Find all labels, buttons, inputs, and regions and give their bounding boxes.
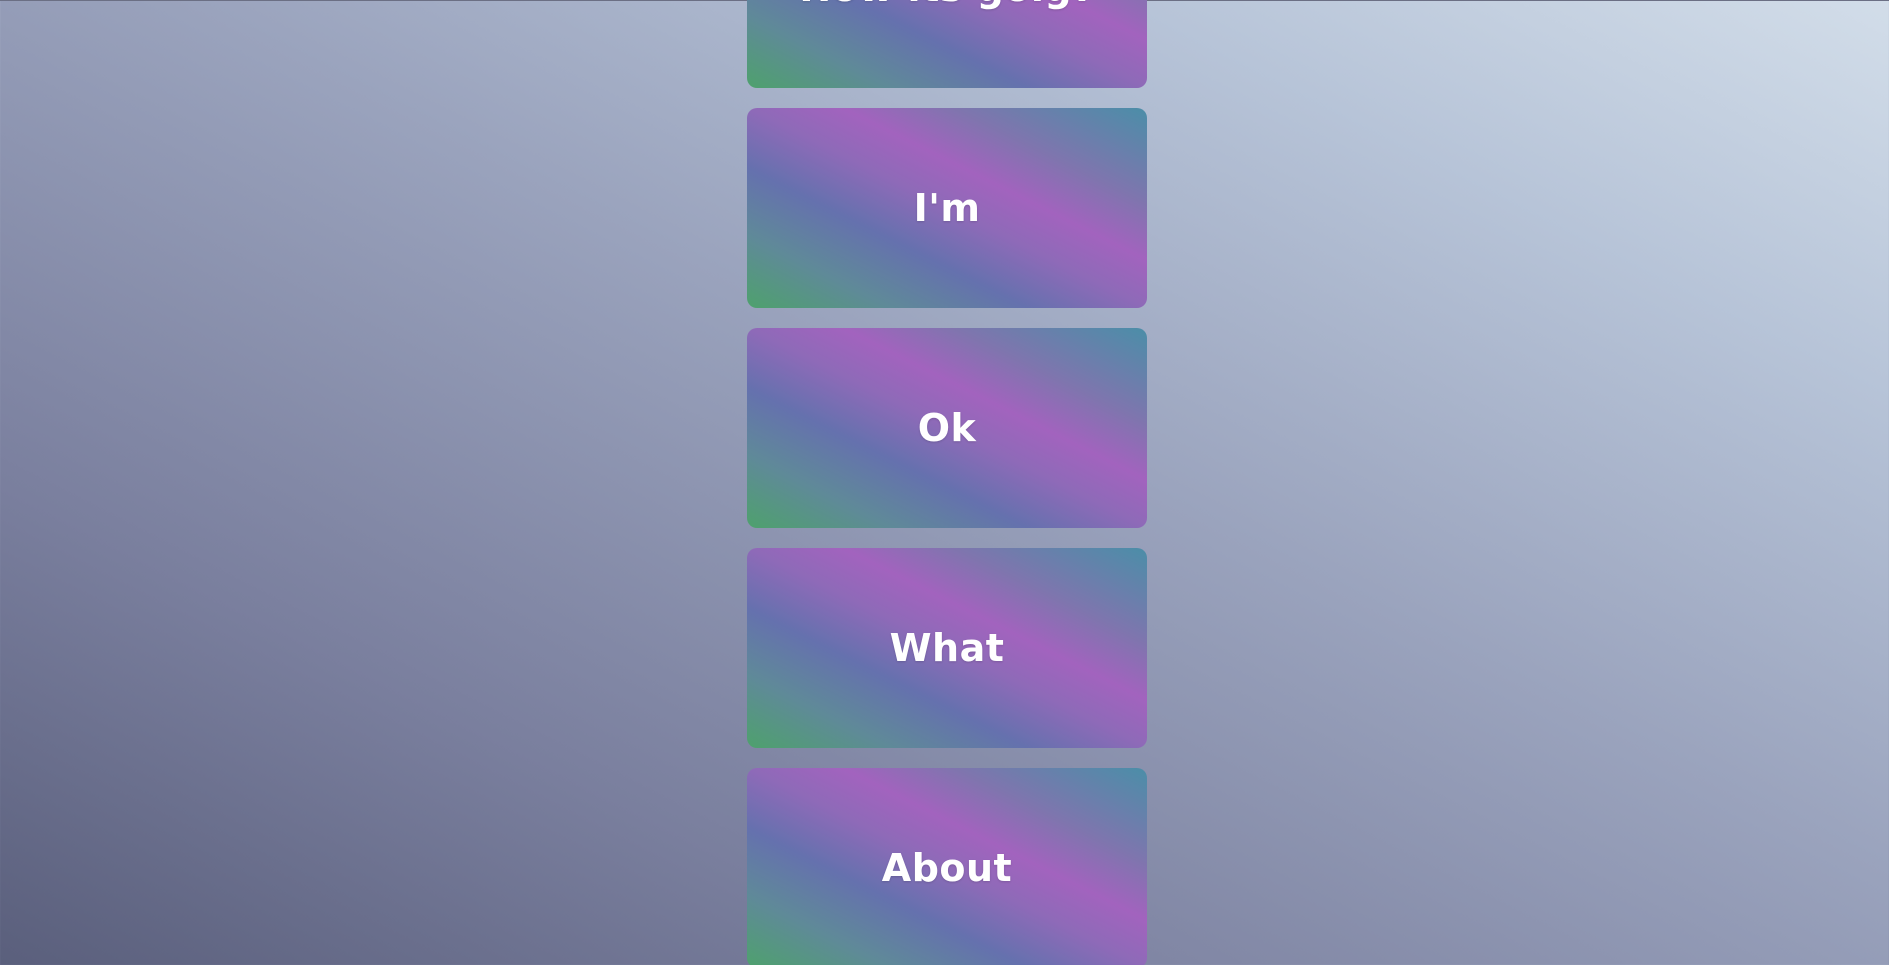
card-label: I'm (913, 186, 981, 230)
card-im[interactable]: I'm (747, 108, 1147, 308)
card-how-its-going[interactable]: How its goig? (747, 0, 1147, 88)
card-what[interactable]: What (747, 548, 1147, 748)
card-label: About (881, 846, 1013, 890)
card-label: What (889, 626, 1005, 670)
card-list: How its goig? I'm Ok What About (747, 0, 1147, 965)
card-label: Ok (917, 406, 977, 450)
card-label: How its goig? (799, 0, 1094, 10)
card-ok[interactable]: Ok (747, 328, 1147, 528)
card-about[interactable]: About (747, 768, 1147, 965)
